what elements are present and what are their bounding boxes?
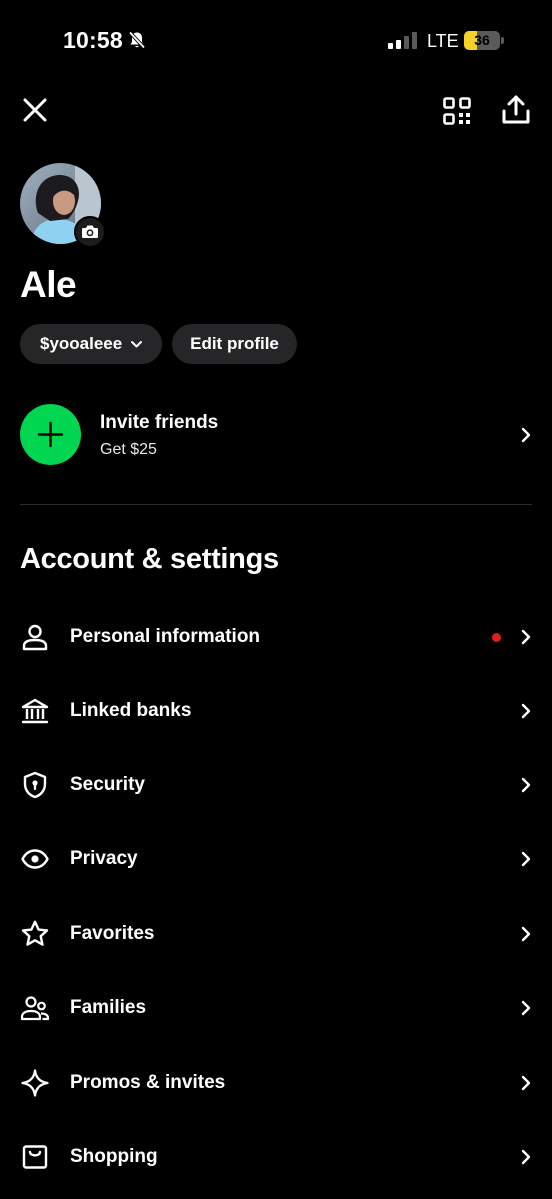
battery-icon: 36 (464, 31, 504, 50)
settings-item-linked-banks[interactable]: Linked banks (0, 674, 552, 748)
settings-item-label: Security (70, 774, 145, 795)
chevron-right-icon (521, 851, 531, 867)
invite-subtitle: Get $25 (100, 441, 157, 458)
chevron-right-icon (521, 629, 531, 645)
bell-slash-icon (128, 31, 146, 49)
settings-item-shopping[interactable]: Shopping (0, 1120, 552, 1194)
section-title: Account & settings (20, 543, 279, 575)
settings-item-label: Linked banks (70, 700, 192, 721)
chevron-right-icon (521, 777, 531, 793)
settings-item-privacy[interactable]: Privacy (0, 822, 552, 896)
star-icon (21, 920, 49, 946)
share-icon[interactable] (501, 94, 531, 126)
profile-name: Ale (20, 264, 77, 305)
qr-code-icon[interactable] (442, 96, 472, 126)
invite-friends-row[interactable]: Invite friends Get $25 (0, 400, 552, 470)
chevron-right-icon (521, 427, 531, 443)
sparkle-icon (21, 1069, 49, 1097)
chevron-right-icon (521, 1149, 531, 1165)
status-time: 10:58 (63, 27, 123, 53)
close-icon[interactable] (20, 95, 50, 125)
cellular-signal-icon (388, 32, 417, 49)
shield-icon (23, 771, 47, 799)
bank-icon (21, 698, 49, 724)
settings-item-label: Personal information (70, 626, 261, 647)
settings-item-personal-information[interactable]: Personal information (0, 600, 552, 674)
chevron-right-icon (521, 1075, 531, 1091)
plus-icon (37, 421, 64, 448)
cashtag-label: $yooaleee (40, 334, 123, 353)
eye-icon (21, 849, 49, 869)
chevron-right-icon (521, 1000, 531, 1016)
settings-item-label: Promos & invites (70, 1072, 226, 1093)
settings-item-promos-invites[interactable]: Promos & invites (0, 1046, 552, 1120)
person-icon (22, 624, 48, 651)
chevron-right-icon (521, 703, 531, 719)
family-icon (20, 996, 50, 1021)
shopping-bag-icon (22, 1145, 48, 1169)
profile-screen: 10:58 LTE 36 Ale $yooaleee Edit profile … (0, 0, 552, 1199)
chevron-down-icon (131, 340, 143, 347)
network-type: LTE (427, 31, 459, 51)
chevron-right-icon (521, 926, 531, 942)
settings-item-security[interactable]: Security (0, 748, 552, 822)
settings-item-families[interactable]: Families (0, 971, 552, 1045)
cashtag-button[interactable]: $yooaleee (20, 324, 162, 364)
camera-icon[interactable] (74, 216, 106, 248)
settings-item-label: Privacy (70, 848, 138, 869)
battery-percent: 36 (474, 32, 490, 48)
settings-item-label: Favorites (70, 923, 155, 944)
divider (20, 504, 532, 505)
edit-profile-label: Edit profile (190, 334, 279, 353)
status-bar: 10:58 LTE 36 (0, 0, 552, 80)
settings-item-favorites[interactable]: Favorites (0, 897, 552, 971)
invite-title: Invite friends (100, 412, 219, 433)
settings-item-label: Shopping (70, 1146, 158, 1167)
invite-plus-circle (20, 404, 81, 465)
settings-item-label: Families (70, 997, 147, 1018)
notification-dot (492, 633, 501, 642)
edit-profile-button[interactable]: Edit profile (172, 324, 297, 364)
